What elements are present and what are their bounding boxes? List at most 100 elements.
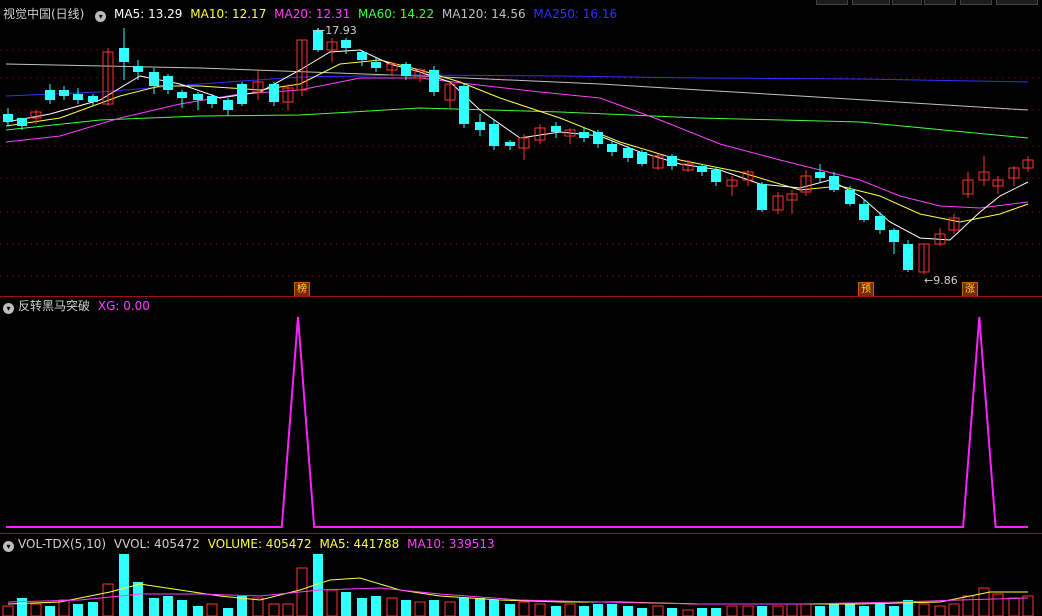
- candle-body-down: [875, 216, 885, 230]
- volume-bar-down: [579, 606, 589, 616]
- candle-body-down: [637, 152, 647, 164]
- volume-bar-down: [607, 604, 617, 616]
- candle-body-down: [845, 190, 855, 204]
- candle-body-down: [757, 184, 767, 210]
- candle-body-down: [223, 100, 233, 110]
- volume-bar-down: [429, 600, 439, 616]
- candle-body-down: [697, 166, 707, 172]
- candle-body-down: [459, 86, 469, 124]
- candle-body-down: [17, 118, 27, 126]
- indicator-panel: ▾ 反转黑马突破 XG: 0.00: [0, 297, 1042, 533]
- volume-bar-up: [652, 605, 664, 616]
- volume-bar-up: [948, 603, 960, 616]
- volume-bar-down: [401, 600, 411, 616]
- volume-bar-down: [859, 606, 869, 616]
- high-price-label: ←17.93: [316, 24, 357, 37]
- candle-body-down: [119, 48, 129, 62]
- volume-bar-down: [45, 606, 55, 616]
- ma20-line: [5, 77, 1029, 209]
- volume-bar-up: [992, 593, 1004, 616]
- volume-bar-down: [593, 604, 603, 616]
- volume-bar-down: [889, 606, 899, 616]
- volume-bar-up: [534, 603, 546, 616]
- candle-body-down: [73, 94, 83, 100]
- volume-bar-down: [505, 604, 515, 616]
- volume-bar-down: [193, 606, 203, 616]
- candle-body-down: [607, 144, 617, 152]
- volume-bar-up: [518, 601, 530, 616]
- candle-body-down: [889, 230, 899, 242]
- candle-body-down: [815, 172, 825, 178]
- volume-bar-up: [252, 597, 264, 616]
- volume-bar-up: [414, 601, 426, 616]
- volume-bar-down: [551, 606, 561, 616]
- volume-bar-down: [637, 608, 647, 616]
- volume-bar-up: [772, 605, 784, 616]
- ma10-line: [5, 59, 1029, 223]
- volume-bar-down: [341, 592, 351, 616]
- volume-bar-up: [1022, 595, 1034, 616]
- volume-bar-down: [489, 600, 499, 616]
- volume-bar-down: [223, 608, 233, 616]
- candle-body-down: [177, 92, 187, 98]
- volume-bar-up: [742, 605, 754, 616]
- vol-ma10-line: [7, 587, 1029, 605]
- candle-body-down: [88, 96, 98, 102]
- candle-body-down: [193, 94, 203, 100]
- volume-bar-up: [2, 605, 14, 616]
- low-price-label: ←9.86: [924, 274, 958, 287]
- volume-panel: ▾ VOL-TDX(5,10) VVOL: 405472 VOLUME: 4054…: [0, 534, 1042, 616]
- volume-bar-up: [268, 603, 280, 616]
- volume-bar-up: [30, 603, 42, 616]
- volume-bar-up: [282, 603, 294, 616]
- candle-body-down: [829, 176, 839, 190]
- volume-bar-up: [934, 605, 946, 616]
- volume-bar-up: [918, 603, 930, 616]
- volume-bar-down: [829, 604, 839, 616]
- badge-yu[interactable]: 预: [858, 282, 874, 297]
- badge-bang[interactable]: 榜: [294, 282, 310, 297]
- candle-body-down: [551, 126, 561, 132]
- volume-bar-down: [371, 596, 381, 616]
- volume-bar-down: [875, 604, 885, 616]
- volume-bar-down: [459, 598, 469, 616]
- volume-bar-up: [386, 597, 398, 616]
- candle-body-down: [505, 142, 515, 146]
- volume-chart[interactable]: [0, 534, 1042, 616]
- candle-body-down: [237, 84, 247, 104]
- volume-bar-up: [1008, 597, 1020, 616]
- candle-body-down: [667, 156, 677, 166]
- candle-body-down: [711, 170, 721, 182]
- volume-bar-down: [177, 600, 187, 616]
- candle-body-down: [859, 204, 869, 220]
- candlestick-chart[interactable]: [0, 0, 1042, 296]
- volume-bar-down: [357, 598, 367, 616]
- badge-zhang[interactable]: 涨: [962, 282, 978, 297]
- candle-body-down: [45, 90, 55, 100]
- volume-bar-up: [564, 603, 576, 616]
- candle-body-down: [475, 122, 485, 130]
- volume-bar-down: [757, 606, 767, 616]
- volume-bar-up: [326, 589, 338, 616]
- volume-bar-down: [73, 604, 83, 616]
- candle-body-down: [149, 72, 159, 86]
- volume-bar-down: [845, 604, 855, 616]
- volume-bar-down: [667, 608, 677, 616]
- volume-bar-up: [800, 603, 812, 616]
- xg-signal-line: [6, 316, 1028, 528]
- candle-body-down: [401, 64, 411, 76]
- volume-bar-up: [682, 609, 694, 616]
- volume-bar-down: [711, 608, 721, 616]
- volume-bar-down: [133, 582, 143, 616]
- volume-bar-down: [119, 554, 129, 616]
- candle-body-down: [579, 132, 589, 138]
- volume-bar-up: [444, 601, 456, 616]
- volume-bar-down: [623, 606, 633, 616]
- indicator-chart[interactable]: [0, 297, 1042, 533]
- candle-body-down: [371, 62, 381, 68]
- volume-bar-down: [163, 596, 173, 616]
- candle-body-down: [163, 76, 173, 90]
- candle-body-down: [341, 40, 351, 48]
- volume-bar-down: [475, 598, 485, 616]
- volume-bar-down: [697, 608, 707, 616]
